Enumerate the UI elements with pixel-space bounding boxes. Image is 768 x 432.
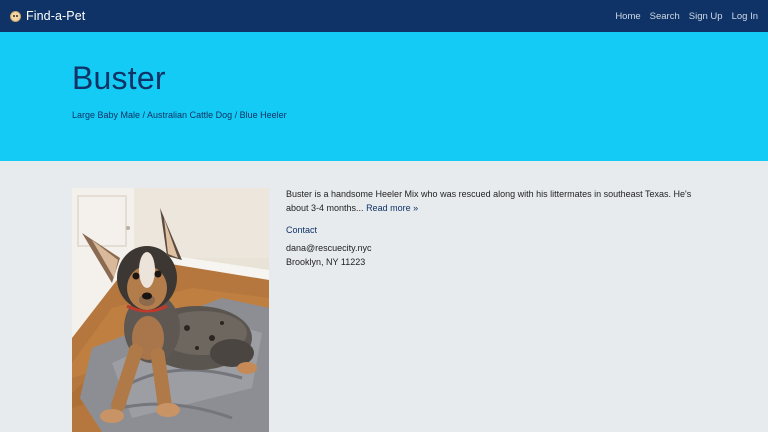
pet-name-title: Buster: [72, 60, 166, 96]
contact-location: Brooklyn, NY 11223: [286, 257, 366, 267]
description-text: Buster is a handsome Heeler Mix who was …: [286, 189, 692, 213]
hero-banner: Buster Large Baby Male / Australian Catt…: [0, 32, 768, 161]
nav-link-home[interactable]: Home: [615, 11, 640, 22]
nav-link-log-in[interactable]: Log In: [732, 11, 758, 22]
brand-name: Find-a-Pet: [26, 9, 86, 23]
read-more-link[interactable]: Read more »: [366, 203, 418, 213]
nav-link-search[interactable]: Search: [650, 11, 680, 22]
pet-description: Buster is a handsome Heeler Mix who was …: [286, 188, 706, 215]
contact-link[interactable]: Contact: [286, 225, 706, 235]
contact-email: dana@rescuecity.nyc: [286, 243, 372, 253]
pet-details: Buster is a handsome Heeler Mix who was …: [286, 188, 706, 269]
dog-face-icon: [10, 10, 21, 22]
brand-link[interactable]: Find-a-Pet: [10, 9, 85, 23]
navbar: Find-a-Pet Home Search Sign Up Log In: [0, 0, 768, 32]
pet-photo: [72, 188, 269, 432]
pet-subtitle: Large Baby Male / Australian Cattle Dog …: [72, 110, 287, 120]
nav-links: Home Search Sign Up Log In: [606, 11, 758, 22]
nav-link-sign-up[interactable]: Sign Up: [689, 11, 723, 22]
contact-info: dana@rescuecity.nyc Brooklyn, NY 11223: [286, 241, 706, 269]
